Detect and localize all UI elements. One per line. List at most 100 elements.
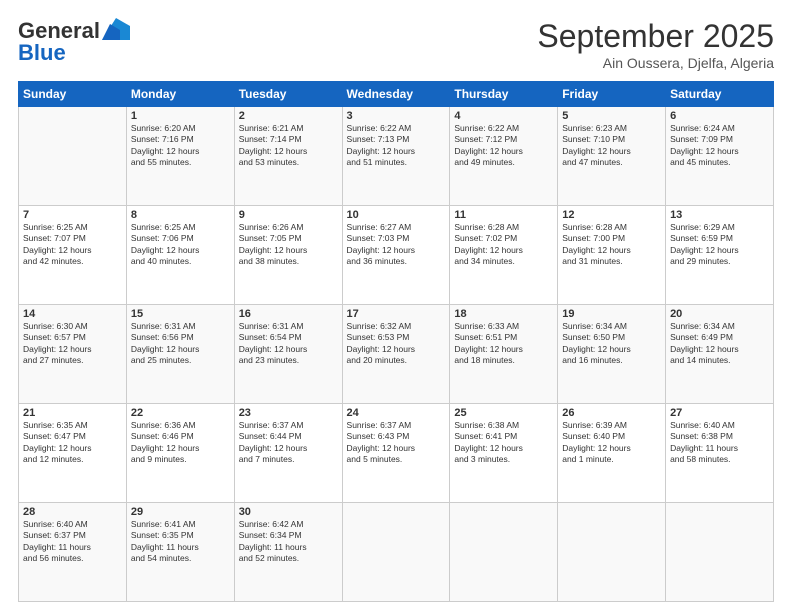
day-number: 19 bbox=[562, 308, 661, 320]
day-info: Sunrise: 6:36 AMSunset: 6:46 PMDaylight:… bbox=[131, 420, 230, 466]
day-info: Sunrise: 6:40 AMSunset: 6:37 PMDaylight:… bbox=[23, 519, 122, 565]
calendar-cell: 27Sunrise: 6:40 AMSunset: 6:38 PMDayligh… bbox=[666, 404, 774, 503]
day-info: Sunrise: 6:25 AMSunset: 7:07 PMDaylight:… bbox=[23, 222, 122, 268]
day-info: Sunrise: 6:42 AMSunset: 6:34 PMDaylight:… bbox=[239, 519, 338, 565]
day-number: 8 bbox=[131, 209, 230, 221]
calendar-cell: 4Sunrise: 6:22 AMSunset: 7:12 PMDaylight… bbox=[450, 107, 558, 206]
day-info: Sunrise: 6:32 AMSunset: 6:53 PMDaylight:… bbox=[347, 321, 446, 367]
title-block: September 2025 Ain Oussera, Djelfa, Alge… bbox=[537, 18, 774, 71]
calendar-cell: 29Sunrise: 6:41 AMSunset: 6:35 PMDayligh… bbox=[126, 503, 234, 602]
calendar-body: 1Sunrise: 6:20 AMSunset: 7:16 PMDaylight… bbox=[19, 107, 774, 602]
header: General Blue September 2025 Ain Oussera,… bbox=[18, 18, 774, 71]
day-info: Sunrise: 6:26 AMSunset: 7:05 PMDaylight:… bbox=[239, 222, 338, 268]
day-number: 28 bbox=[23, 506, 122, 518]
day-info: Sunrise: 6:35 AMSunset: 6:47 PMDaylight:… bbox=[23, 420, 122, 466]
calendar-week-4: 21Sunrise: 6:35 AMSunset: 6:47 PMDayligh… bbox=[19, 404, 774, 503]
day-number: 11 bbox=[454, 209, 553, 221]
weekday-header-tuesday: Tuesday bbox=[234, 82, 342, 107]
calendar-cell: 7Sunrise: 6:25 AMSunset: 7:07 PMDaylight… bbox=[19, 206, 127, 305]
calendar-cell: 3Sunrise: 6:22 AMSunset: 7:13 PMDaylight… bbox=[342, 107, 450, 206]
day-number: 25 bbox=[454, 407, 553, 419]
calendar-cell: 28Sunrise: 6:40 AMSunset: 6:37 PMDayligh… bbox=[19, 503, 127, 602]
weekday-header-monday: Monday bbox=[126, 82, 234, 107]
day-info: Sunrise: 6:30 AMSunset: 6:57 PMDaylight:… bbox=[23, 321, 122, 367]
calendar-cell: 23Sunrise: 6:37 AMSunset: 6:44 PMDayligh… bbox=[234, 404, 342, 503]
day-number: 30 bbox=[239, 506, 338, 518]
calendar-cell: 22Sunrise: 6:36 AMSunset: 6:46 PMDayligh… bbox=[126, 404, 234, 503]
day-info: Sunrise: 6:23 AMSunset: 7:10 PMDaylight:… bbox=[562, 123, 661, 169]
day-info: Sunrise: 6:34 AMSunset: 6:49 PMDaylight:… bbox=[670, 321, 769, 367]
logo-icon bbox=[102, 18, 130, 40]
calendar-cell bbox=[342, 503, 450, 602]
calendar-cell: 12Sunrise: 6:28 AMSunset: 7:00 PMDayligh… bbox=[558, 206, 666, 305]
day-info: Sunrise: 6:22 AMSunset: 7:12 PMDaylight:… bbox=[454, 123, 553, 169]
day-number: 29 bbox=[131, 506, 230, 518]
logo: General Blue bbox=[18, 18, 130, 66]
calendar-cell: 20Sunrise: 6:34 AMSunset: 6:49 PMDayligh… bbox=[666, 305, 774, 404]
calendar-cell: 19Sunrise: 6:34 AMSunset: 6:50 PMDayligh… bbox=[558, 305, 666, 404]
weekday-header-friday: Friday bbox=[558, 82, 666, 107]
day-info: Sunrise: 6:37 AMSunset: 6:43 PMDaylight:… bbox=[347, 420, 446, 466]
calendar-cell: 21Sunrise: 6:35 AMSunset: 6:47 PMDayligh… bbox=[19, 404, 127, 503]
calendar-cell: 5Sunrise: 6:23 AMSunset: 7:10 PMDaylight… bbox=[558, 107, 666, 206]
day-number: 1 bbox=[131, 110, 230, 122]
day-info: Sunrise: 6:34 AMSunset: 6:50 PMDaylight:… bbox=[562, 321, 661, 367]
calendar-cell bbox=[666, 503, 774, 602]
day-number: 4 bbox=[454, 110, 553, 122]
day-info: Sunrise: 6:24 AMSunset: 7:09 PMDaylight:… bbox=[670, 123, 769, 169]
day-number: 18 bbox=[454, 308, 553, 320]
weekday-header-thursday: Thursday bbox=[450, 82, 558, 107]
day-info: Sunrise: 6:22 AMSunset: 7:13 PMDaylight:… bbox=[347, 123, 446, 169]
calendar-cell: 14Sunrise: 6:30 AMSunset: 6:57 PMDayligh… bbox=[19, 305, 127, 404]
weekday-header-row: SundayMondayTuesdayWednesdayThursdayFrid… bbox=[19, 82, 774, 107]
calendar-cell: 25Sunrise: 6:38 AMSunset: 6:41 PMDayligh… bbox=[450, 404, 558, 503]
day-info: Sunrise: 6:38 AMSunset: 6:41 PMDaylight:… bbox=[454, 420, 553, 466]
month-title: September 2025 bbox=[537, 18, 774, 55]
calendar-week-3: 14Sunrise: 6:30 AMSunset: 6:57 PMDayligh… bbox=[19, 305, 774, 404]
calendar-cell: 16Sunrise: 6:31 AMSunset: 6:54 PMDayligh… bbox=[234, 305, 342, 404]
day-number: 26 bbox=[562, 407, 661, 419]
day-info: Sunrise: 6:40 AMSunset: 6:38 PMDaylight:… bbox=[670, 420, 769, 466]
weekday-header-saturday: Saturday bbox=[666, 82, 774, 107]
day-info: Sunrise: 6:39 AMSunset: 6:40 PMDaylight:… bbox=[562, 420, 661, 466]
calendar-cell: 13Sunrise: 6:29 AMSunset: 6:59 PMDayligh… bbox=[666, 206, 774, 305]
calendar-week-5: 28Sunrise: 6:40 AMSunset: 6:37 PMDayligh… bbox=[19, 503, 774, 602]
calendar-cell: 10Sunrise: 6:27 AMSunset: 7:03 PMDayligh… bbox=[342, 206, 450, 305]
day-info: Sunrise: 6:31 AMSunset: 6:56 PMDaylight:… bbox=[131, 321, 230, 367]
day-number: 16 bbox=[239, 308, 338, 320]
location-subtitle: Ain Oussera, Djelfa, Algeria bbox=[537, 55, 774, 71]
day-number: 22 bbox=[131, 407, 230, 419]
day-number: 6 bbox=[670, 110, 769, 122]
day-info: Sunrise: 6:28 AMSunset: 7:02 PMDaylight:… bbox=[454, 222, 553, 268]
day-number: 27 bbox=[670, 407, 769, 419]
day-info: Sunrise: 6:27 AMSunset: 7:03 PMDaylight:… bbox=[347, 222, 446, 268]
calendar-cell: 8Sunrise: 6:25 AMSunset: 7:06 PMDaylight… bbox=[126, 206, 234, 305]
calendar-cell: 15Sunrise: 6:31 AMSunset: 6:56 PMDayligh… bbox=[126, 305, 234, 404]
day-info: Sunrise: 6:25 AMSunset: 7:06 PMDaylight:… bbox=[131, 222, 230, 268]
calendar-cell: 2Sunrise: 6:21 AMSunset: 7:14 PMDaylight… bbox=[234, 107, 342, 206]
calendar-cell: 30Sunrise: 6:42 AMSunset: 6:34 PMDayligh… bbox=[234, 503, 342, 602]
day-info: Sunrise: 6:33 AMSunset: 6:51 PMDaylight:… bbox=[454, 321, 553, 367]
calendar-table: SundayMondayTuesdayWednesdayThursdayFrid… bbox=[18, 81, 774, 602]
day-info: Sunrise: 6:37 AMSunset: 6:44 PMDaylight:… bbox=[239, 420, 338, 466]
calendar-week-1: 1Sunrise: 6:20 AMSunset: 7:16 PMDaylight… bbox=[19, 107, 774, 206]
day-number: 24 bbox=[347, 407, 446, 419]
day-info: Sunrise: 6:21 AMSunset: 7:14 PMDaylight:… bbox=[239, 123, 338, 169]
calendar-cell bbox=[450, 503, 558, 602]
day-info: Sunrise: 6:29 AMSunset: 6:59 PMDaylight:… bbox=[670, 222, 769, 268]
day-info: Sunrise: 6:31 AMSunset: 6:54 PMDaylight:… bbox=[239, 321, 338, 367]
day-number: 5 bbox=[562, 110, 661, 122]
calendar-cell: 6Sunrise: 6:24 AMSunset: 7:09 PMDaylight… bbox=[666, 107, 774, 206]
day-number: 14 bbox=[23, 308, 122, 320]
calendar-header: SundayMondayTuesdayWednesdayThursdayFrid… bbox=[19, 82, 774, 107]
day-number: 13 bbox=[670, 209, 769, 221]
day-info: Sunrise: 6:28 AMSunset: 7:00 PMDaylight:… bbox=[562, 222, 661, 268]
weekday-header-wednesday: Wednesday bbox=[342, 82, 450, 107]
weekday-header-sunday: Sunday bbox=[19, 82, 127, 107]
calendar-week-2: 7Sunrise: 6:25 AMSunset: 7:07 PMDaylight… bbox=[19, 206, 774, 305]
day-number: 7 bbox=[23, 209, 122, 221]
day-number: 20 bbox=[670, 308, 769, 320]
day-number: 9 bbox=[239, 209, 338, 221]
day-number: 2 bbox=[239, 110, 338, 122]
day-number: 3 bbox=[347, 110, 446, 122]
